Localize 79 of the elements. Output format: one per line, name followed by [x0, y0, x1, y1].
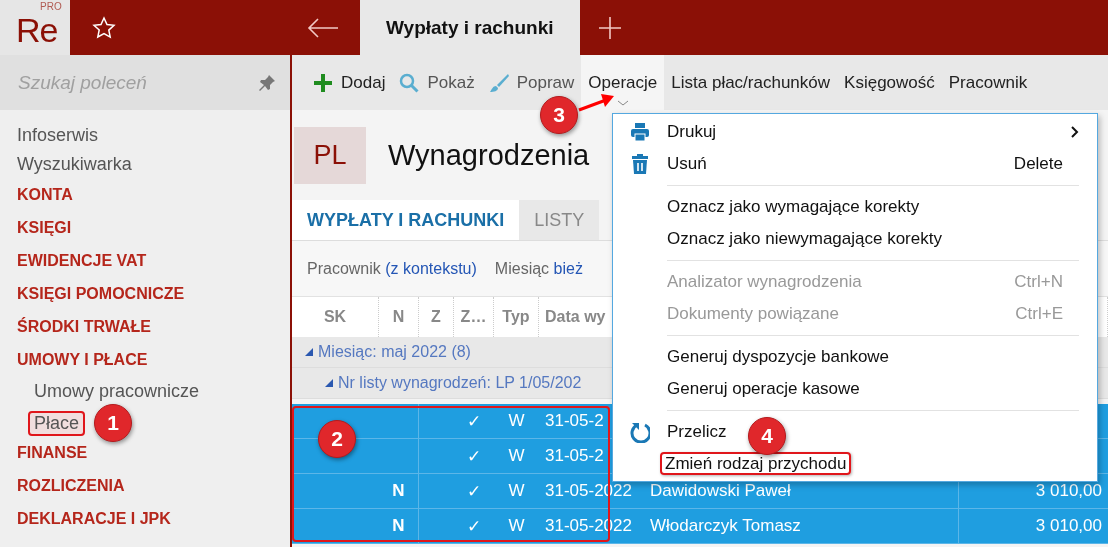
- table-cell: 3 010,00: [1035, 516, 1102, 536]
- toolbar-button[interactable]: Pracownik: [941, 55, 1035, 110]
- printer-icon: [630, 121, 650, 143]
- table-cell: ✓: [467, 515, 481, 537]
- nav-item[interactable]: FINANSE: [0, 439, 290, 472]
- nav-item[interactable]: ROZLICZENIA: [0, 472, 290, 505]
- chevron-icon: [616, 100, 629, 107]
- document-tab[interactable]: Wypłaty i rachunki: [360, 0, 580, 55]
- pin-icon[interactable]: [258, 73, 276, 92]
- nav-item[interactable]: KONTA: [0, 181, 290, 214]
- expander-icon[interactable]: [304, 347, 314, 357]
- nav-item[interactable]: ŚRODKI TRWAŁE: [0, 313, 290, 346]
- table-cell: 31-05-2: [545, 446, 604, 466]
- view-tab[interactable]: LISTY: [519, 200, 600, 240]
- back-arrow-icon[interactable]: [306, 16, 340, 39]
- star-icon[interactable]: [92, 15, 116, 40]
- nav-item[interactable]: KSIĘGI POMOCNICZE: [0, 280, 290, 313]
- group-label: Nr listy wynagrodzeń: LP 1/05/202: [338, 374, 582, 392]
- command-search-field[interactable]: Szukaj poleceń: [0, 55, 290, 110]
- nav-item[interactable]: Wyszukiwarka: [0, 152, 290, 181]
- module-badge: PL: [294, 126, 366, 184]
- nav-item[interactable]: EWIDENCJE VAT: [0, 247, 290, 280]
- nav-item[interactable]: UMOWY I PŁACE: [0, 346, 290, 379]
- group-label: Miesiąc: maj 2022 (8): [318, 343, 471, 361]
- search-icon: [399, 72, 420, 93]
- nav-item[interactable]: KSIĘGI: [0, 214, 290, 247]
- arrow-icon: [578, 94, 615, 112]
- table-cell: ✓: [467, 445, 481, 467]
- table-cell: 3 010,00: [1035, 481, 1102, 501]
- table-cell: ✓: [467, 480, 481, 502]
- menu-item[interactable]: Usuń: [664, 153, 710, 174]
- table-cell: W: [508, 516, 525, 536]
- table-cell: N: [392, 481, 405, 501]
- toolbar-button[interactable]: Pokaż: [392, 55, 482, 110]
- table-cell: Włodarczyk Tomasz: [650, 516, 801, 536]
- filter-label[interactable]: Miesiąc bież: [494, 259, 583, 278]
- trash-icon: [630, 153, 650, 175]
- brush-icon: [488, 72, 509, 93]
- menu-item[interactable]: Oznacz jako niewymagające korekty: [664, 228, 945, 249]
- shortcut-label: Ctrl+E: [1015, 304, 1064, 324]
- table-cell: ✓: [467, 410, 481, 432]
- menu-item[interactable]: Generuj operacje kasowe: [664, 378, 863, 399]
- table-cell: W: [508, 446, 525, 466]
- column-header[interactable]: N: [392, 308, 405, 326]
- filter-label[interactable]: Pracownik (z kontekstu): [307, 259, 477, 278]
- toolbar-button[interactable]: Dodaj: [306, 55, 393, 110]
- nav-item[interactable]: Infoserwis: [0, 123, 290, 152]
- expander-icon[interactable]: [324, 378, 334, 388]
- edition-label: PRO: [40, 1, 62, 12]
- plus-icon: [313, 72, 333, 93]
- search-input[interactable]: Szukaj poleceń: [18, 71, 218, 94]
- plus-icon[interactable]: [597, 15, 622, 40]
- menu-item[interactable]: Generuj dyspozycje bankowe: [664, 346, 893, 367]
- menu-item[interactable]: Przelicz: [664, 421, 730, 442]
- column-header[interactable]: Z: [431, 308, 441, 326]
- shortcut-label: Delete: [1013, 154, 1064, 174]
- page-title: Wynagrodzenia: [388, 138, 590, 172]
- column-header[interactable]: Data wy: [545, 308, 606, 326]
- table-cell: W: [508, 411, 525, 431]
- shortcut-label: Ctrl+N: [1014, 272, 1064, 292]
- menu-item[interactable]: Drukuj: [664, 121, 720, 142]
- menu-item[interactable]: Oznacz jako wymagające korekty: [664, 196, 923, 217]
- refresh-icon: [630, 421, 650, 443]
- nav-subitem[interactable]: Płace: [28, 411, 86, 436]
- nav-subitem[interactable]: Umowy pracownicze: [32, 381, 202, 402]
- nav-item[interactable]: DEKLARACJE I JPK: [0, 505, 290, 538]
- table-cell: Dawidowski Paweł: [650, 481, 791, 501]
- view-tab[interactable]: WYPŁATY I RACHUNKI: [292, 200, 520, 240]
- column-header[interactable]: Z…: [460, 308, 487, 326]
- column-header[interactable]: Typ: [502, 308, 530, 326]
- table-cell: N: [392, 516, 405, 536]
- toolbar-button[interactable]: Lista płac/rachunków: [664, 55, 838, 110]
- column-header[interactable]: SK: [323, 308, 347, 326]
- toolbar-button[interactable]: Operacje: [581, 55, 665, 110]
- table-cell: 31-05-2: [545, 411, 604, 431]
- toolbar-button[interactable]: Księgowość: [837, 55, 942, 110]
- app-logo: Re: [16, 13, 58, 47]
- table-cell: W: [508, 481, 525, 501]
- menu-item[interactable]: Zmień rodzaj przychodu: [660, 452, 852, 475]
